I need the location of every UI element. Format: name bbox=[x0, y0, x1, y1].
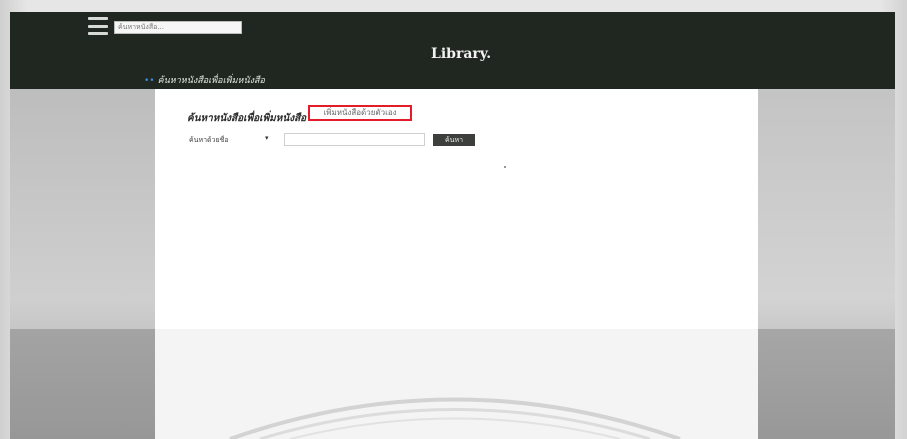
watermark-seal-arcs bbox=[229, 397, 681, 439]
